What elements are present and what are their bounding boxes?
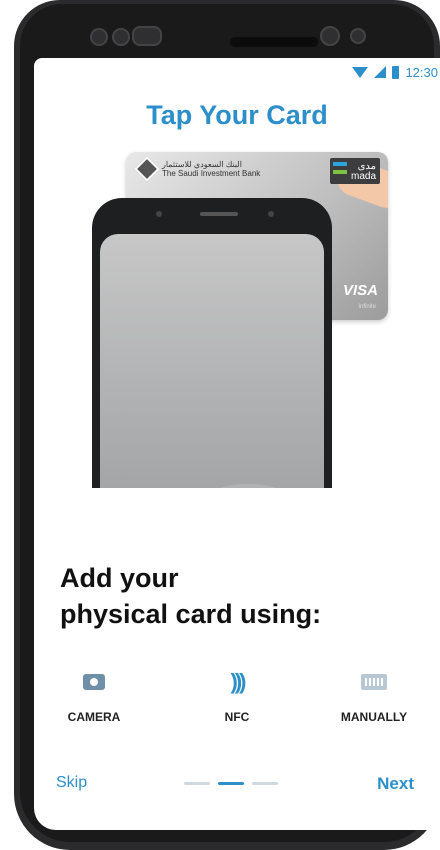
page-dot — [184, 782, 210, 785]
page-dot-active — [218, 782, 244, 785]
skip-button[interactable]: Skip — [56, 774, 87, 792]
battery-icon — [392, 65, 400, 79]
add-method-options: CAMERA ))) NFC MANUALLY — [34, 668, 440, 738]
mada-logo: مدى mada — [330, 158, 380, 184]
sensor-dot — [90, 28, 108, 46]
page-indicator — [184, 782, 278, 785]
phone-illustration-screen: ))) — [100, 234, 324, 518]
sensor-dot — [112, 28, 130, 46]
visa-logo: VISA — [342, 282, 378, 299]
phone-speaker — [200, 212, 238, 216]
signal-icon — [374, 66, 387, 78]
front-camera — [320, 26, 340, 46]
card-bank-name-arabic: البنك السعودي للاستثمار — [162, 160, 242, 169]
headline-line2: physical card using: — [60, 599, 322, 629]
app-screen: 12:30 Tap Your Card البنك السعودي للاستث… — [34, 58, 440, 830]
card-bank-logo: البنك السعودي للاستثمار The Saudi Invest… — [134, 156, 260, 182]
earpiece-speaker — [230, 37, 318, 47]
page-dot — [252, 782, 278, 785]
illustration-mask — [34, 488, 440, 548]
phone-camera-dot — [156, 211, 162, 217]
camera-lens — [132, 26, 162, 46]
onboarding-footer: Skip Next — [34, 768, 440, 798]
card-bank-name-english: The Saudi Investment Bank — [162, 169, 261, 178]
visa-sub-label: Infinite — [358, 304, 376, 310]
nfc-icon: ))) — [230, 669, 247, 694]
option-camera-label: CAMERA — [67, 710, 121, 724]
keyboard-icon — [361, 674, 387, 690]
option-nfc-label: NFC — [224, 710, 250, 724]
bank-logo-icon — [134, 156, 160, 182]
status-bar: 12:30 — [352, 58, 440, 86]
option-nfc[interactable]: ))) NFC — [177, 668, 297, 724]
headline-line1: Add your — [60, 563, 179, 593]
wifi-icon — [352, 66, 369, 78]
mada-latin: mada — [350, 171, 376, 182]
sensor-dot — [350, 28, 366, 44]
page-title: Tap Your Card — [146, 100, 328, 130]
headline: Add your physical card using: — [60, 560, 321, 632]
option-manually-label: MANUALLY — [340, 710, 408, 724]
camera-icon — [83, 674, 105, 690]
card-bank-name: البنك السعودي للاستثمار The Saudi Invest… — [162, 160, 260, 178]
next-button[interactable]: Next — [377, 774, 414, 794]
option-camera[interactable]: CAMERA — [34, 668, 154, 724]
status-time: 12:30 — [405, 64, 438, 80]
phone-illustration: ))) — [92, 198, 332, 518]
option-manually[interactable]: MANUALLY — [314, 668, 434, 724]
phone-sensor-dot — [268, 211, 274, 217]
